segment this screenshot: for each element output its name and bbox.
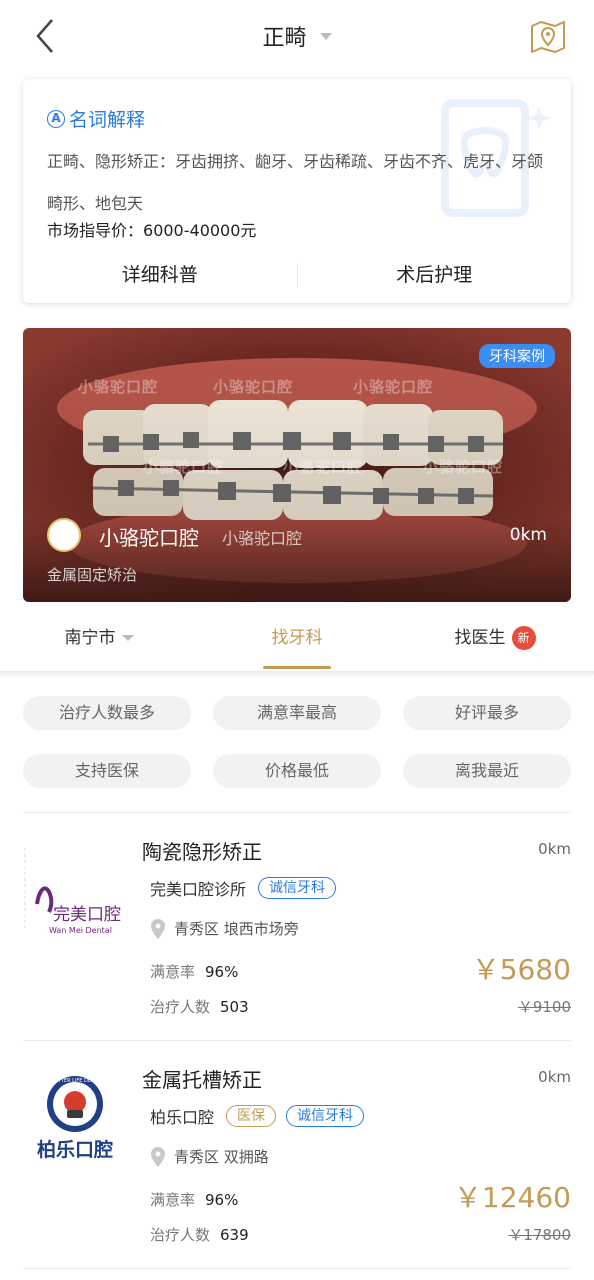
item-clinic-row: 完美口腔诊所 诚信牙科 bbox=[150, 876, 346, 900]
treated-count-value: 639 bbox=[220, 1226, 249, 1244]
glossary-title[interactable]: A 名词解释 bbox=[47, 105, 145, 132]
letter-a-icon: A bbox=[47, 109, 65, 128]
insurance-badge: 医保 bbox=[226, 1105, 277, 1127]
treated-count-label: 治疗人数 bbox=[150, 1226, 211, 1244]
wanmei-dental-logo: 完美口腔 Wan Mei Dental bbox=[24, 848, 121, 935]
post-op-care-button[interactable]: 术后护理 bbox=[298, 257, 572, 293]
watermark-text: 小骆驼口腔 bbox=[283, 458, 364, 476]
logo-text: 完美口腔 bbox=[53, 905, 121, 925]
tab-find-doctor-label: 找医生 bbox=[454, 628, 506, 648]
watermark-text: 小骆驼口腔 bbox=[353, 378, 434, 396]
list-item[interactable]: A BETTER LIFE DENTAL 柏乐口腔 金属托槽矫正 0km 柏乐口… bbox=[0, 1040, 594, 1268]
filter-highest-satisfaction[interactable]: 满意率最高 bbox=[213, 696, 381, 730]
logo-ring-text: A BETTER LIFE DENTAL bbox=[46, 1078, 104, 1084]
item-treated-count: 治疗人数 639 bbox=[150, 1224, 249, 1245]
map-icon[interactable] bbox=[528, 16, 568, 56]
watermark-text: 小骆驼口腔 bbox=[423, 458, 504, 476]
market-price-label: 市场指导价： bbox=[47, 221, 144, 240]
item-address-text: 青秀区 双拥路 bbox=[174, 1148, 269, 1166]
item-price: ￥12460 bbox=[453, 1181, 571, 1214]
item-address-text: 青秀区 埌西市场旁 bbox=[174, 920, 299, 938]
item-original-price: ￥17800 bbox=[508, 1226, 571, 1244]
item-clinic-name: 柏乐口腔 bbox=[150, 1108, 215, 1127]
watermark-text: 小骆驼口腔 bbox=[143, 458, 224, 476]
tab-city-label: 南宁市 bbox=[64, 628, 116, 648]
top-bar: 正畸 bbox=[0, 0, 594, 76]
item-address: 青秀区 双拥路 bbox=[150, 1146, 269, 1167]
item-distance: 0km bbox=[538, 840, 571, 858]
item-original-price: ￥9100 bbox=[517, 998, 571, 1016]
glossary-card: A 名词解释 正畸、隐形矫正：牙齿拥挤、龅牙、牙齿稀疏、牙齿不齐、虎牙、牙颌畸形… bbox=[23, 79, 571, 303]
dental-case-banner[interactable]: 小骆驼口腔 小骆驼口腔 小骆驼口腔 小骆驼口腔 小骆驼口腔 小骆驼口腔 牙科案例… bbox=[23, 328, 571, 602]
item-clinic-name: 完美口腔诊所 bbox=[150, 880, 247, 899]
satisfaction-label: 满意率 bbox=[150, 1191, 196, 1209]
filter-insurance[interactable]: 支持医保 bbox=[23, 754, 191, 788]
watermark-text: 小骆驼口腔 bbox=[213, 378, 294, 396]
filter-lowest-price[interactable]: 价格最低 bbox=[213, 754, 381, 788]
item-address: 青秀区 埌西市场旁 bbox=[150, 918, 299, 939]
filter-most-treated[interactable]: 治疗人数最多 bbox=[23, 696, 191, 730]
integrity-badge: 诚信牙科 bbox=[286, 1105, 365, 1127]
treated-count-value: 503 bbox=[220, 998, 249, 1016]
caret-down-icon bbox=[319, 32, 332, 40]
item-title: 陶瓷隐形矫正 bbox=[142, 840, 262, 864]
divider bbox=[23, 1268, 571, 1269]
tab-find-clinic-label: 找牙科 bbox=[271, 628, 323, 648]
new-badge: 新 bbox=[511, 626, 536, 650]
baile-dental-logo: A BETTER LIFE DENTAL 柏乐口腔 bbox=[37, 1076, 113, 1161]
tab-city[interactable]: 南宁市 bbox=[0, 612, 198, 671]
glossary-actions: 详细科普 术后护理 bbox=[23, 257, 571, 293]
treated-count-label: 治疗人数 bbox=[150, 998, 211, 1016]
list-item[interactable]: 完美口腔 Wan Mei Dental 陶瓷隐形矫正 0km 完美口腔诊所 诚信… bbox=[0, 812, 594, 1040]
caret-down-icon bbox=[121, 635, 134, 641]
logo-text: 柏乐口腔 bbox=[37, 1138, 113, 1161]
item-clinic-row: 柏乐口腔 医保 诚信牙科 bbox=[150, 1104, 374, 1128]
case-distance: 0km bbox=[509, 525, 547, 545]
watermark-text: 小骆驼口腔 bbox=[78, 378, 159, 396]
item-distance: 0km bbox=[538, 1068, 571, 1086]
filter-most-reviews[interactable]: 好评最多 bbox=[403, 696, 571, 730]
integrity-badge: 诚信牙科 bbox=[258, 877, 337, 899]
dental-case-tag: 牙科案例 bbox=[479, 344, 555, 368]
market-price-value: 6000-40000元 bbox=[143, 221, 257, 240]
active-tab-indicator bbox=[263, 666, 331, 669]
logo-sub-text: Wan Mei Dental bbox=[49, 926, 112, 935]
location-pin-icon bbox=[151, 1146, 165, 1167]
filter-nearest[interactable]: 离我最近 bbox=[403, 754, 571, 788]
glossary-description: 正畸、隐形矫正：牙齿拥挤、龅牙、牙齿稀疏、牙齿不齐、虎牙、牙颌畸形、地包天 bbox=[47, 152, 544, 213]
item-satisfaction: 满意率 96% bbox=[150, 1189, 238, 1210]
tab-shadow bbox=[0, 672, 594, 678]
satisfaction-label: 满意率 bbox=[150, 963, 196, 981]
case-clinic-sub: 小骆驼口腔 bbox=[222, 529, 303, 548]
tab-find-doctor[interactable]: 找医生新 bbox=[396, 612, 594, 671]
case-clinic-name: 小骆驼口腔 bbox=[99, 526, 199, 550]
satisfaction-value: 96% bbox=[205, 1191, 239, 1209]
case-treatment: 金属固定矫治 bbox=[47, 566, 138, 584]
market-price: 市场指导价：6000-40000元 bbox=[47, 217, 256, 241]
page-title: 正畸 bbox=[262, 26, 307, 51]
detailed-science-button[interactable]: 详细科普 bbox=[23, 257, 297, 293]
item-satisfaction: 满意率 96% bbox=[150, 961, 238, 982]
title-selector[interactable]: 正畸 bbox=[0, 20, 594, 52]
location-pin-icon bbox=[151, 918, 165, 939]
item-title: 金属托槽矫正 bbox=[142, 1068, 262, 1092]
satisfaction-value: 96% bbox=[205, 963, 239, 981]
filter-chips: 治疗人数最多 满意率最高 好评最多 支持医保 价格最低 离我最近 bbox=[23, 696, 571, 788]
item-price: ￥5680 bbox=[471, 953, 571, 986]
tab-bar: 南宁市 找牙科 找医生新 bbox=[0, 612, 594, 672]
glossary-title-text: 名词解释 bbox=[69, 109, 146, 131]
tab-find-clinic[interactable]: 找牙科 bbox=[198, 612, 396, 671]
clinic-logo-icon bbox=[47, 518, 81, 552]
item-treated-count: 治疗人数 503 bbox=[150, 996, 249, 1017]
